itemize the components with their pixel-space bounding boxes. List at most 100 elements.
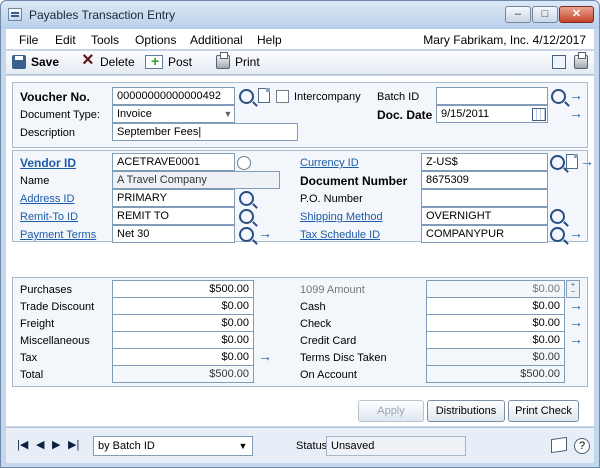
delete-button[interactable]: Delete bbox=[81, 49, 135, 72]
payment-terms-go-arrow-icon[interactable]: → bbox=[257, 226, 273, 242]
vendor-id-field[interactable]: ACETRAVE0001 bbox=[112, 153, 235, 171]
window-icon bbox=[8, 8, 22, 21]
description-label: Description bbox=[20, 127, 76, 139]
delete-label: Delete bbox=[100, 55, 135, 69]
tax-schedule-go-arrow-icon[interactable]: → bbox=[568, 226, 584, 242]
po-number-label: P.O. Number bbox=[300, 193, 363, 205]
header-panel: Voucher No. 00000000000000492 Intercompa… bbox=[12, 82, 588, 148]
amount-1099-spinner-icon[interactable]: + − bbox=[566, 280, 580, 298]
cash-field[interactable]: $0.00 bbox=[426, 297, 565, 315]
amounts-panel: Purchases $500.00 1099 Amount $0.00 + − T… bbox=[12, 277, 588, 387]
name-label: Name bbox=[20, 175, 50, 187]
payment-terms-lookup-icon[interactable] bbox=[239, 227, 254, 242]
doc-type-select[interactable]: Invoice bbox=[112, 105, 235, 123]
miscellaneous-field[interactable]: $0.00 bbox=[112, 331, 254, 349]
menu-help[interactable]: Help bbox=[257, 33, 282, 47]
address-id-field[interactable]: PRIMARY bbox=[112, 189, 235, 207]
calendar-icon[interactable] bbox=[532, 108, 546, 121]
remit-lookup-icon[interactable] bbox=[239, 209, 254, 224]
check-go-arrow-icon[interactable]: → bbox=[568, 315, 584, 331]
address-id-link[interactable]: Address ID bbox=[20, 190, 74, 208]
remit-to-id-link[interactable]: Remit-To ID bbox=[20, 208, 78, 226]
payment-terms-field[interactable]: Net 30 bbox=[112, 225, 235, 243]
tax-go-arrow-icon[interactable]: → bbox=[257, 349, 273, 365]
miscellaneous-label: Miscellaneous bbox=[20, 335, 90, 347]
tax-schedule-lookup-icon[interactable] bbox=[550, 227, 565, 242]
cash-go-arrow-icon[interactable]: → bbox=[568, 298, 584, 314]
menu-additional[interactable]: Additional bbox=[190, 33, 243, 47]
window-title: Payables Transaction Entry bbox=[29, 8, 176, 22]
intercompany-checkbox[interactable] bbox=[276, 90, 289, 103]
next-record-icon[interactable]: ▶ bbox=[52, 438, 60, 451]
currency-document-icon[interactable] bbox=[566, 154, 578, 169]
trade-discount-field[interactable]: $0.00 bbox=[112, 297, 254, 315]
batch-go-arrow-icon[interactable]: → bbox=[568, 88, 584, 104]
vendor-name-field: A Travel Company bbox=[112, 171, 280, 189]
menu-bar: File Edit Tools Options Additional Help … bbox=[6, 29, 594, 50]
shipping-method-field[interactable]: OVERNIGHT bbox=[421, 207, 548, 225]
address-lookup-icon[interactable] bbox=[239, 191, 254, 206]
post-button[interactable]: Post bbox=[145, 53, 192, 69]
maximize-button[interactable]: □ bbox=[532, 6, 558, 23]
post-icon bbox=[145, 53, 163, 69]
doc-type-dropdown-icon[interactable]: ▼ bbox=[221, 107, 235, 121]
po-number-field[interactable] bbox=[421, 189, 548, 207]
currency-lookup-icon[interactable] bbox=[550, 155, 565, 170]
purchases-field[interactable]: $500.00 bbox=[112, 280, 254, 298]
currency-id-link[interactable]: Currency ID bbox=[300, 154, 359, 172]
tax-schedule-id-field[interactable]: COMPANYPUR bbox=[421, 225, 548, 243]
apply-button[interactable]: Apply bbox=[358, 400, 424, 422]
menu-options[interactable]: Options bbox=[135, 33, 176, 47]
printer-icon bbox=[216, 52, 230, 69]
print-button[interactable]: Print bbox=[216, 52, 260, 69]
batch-id-field[interactable] bbox=[436, 87, 548, 105]
vendor-id-link[interactable]: Vendor ID bbox=[20, 154, 76, 172]
vendor-circle-icon[interactable] bbox=[237, 156, 251, 170]
cash-label: Cash bbox=[300, 301, 326, 313]
doc-date-go-arrow-icon[interactable]: → bbox=[568, 106, 584, 122]
credit-card-label: Credit Card bbox=[300, 335, 357, 347]
previous-record-icon[interactable]: ◀ bbox=[36, 438, 44, 451]
tax-label: Tax bbox=[20, 352, 38, 364]
tax-schedule-id-link[interactable]: Tax Schedule ID bbox=[300, 226, 380, 244]
purchases-label: Purchases bbox=[20, 284, 72, 296]
document-number-field[interactable]: 8675309 bbox=[421, 171, 548, 189]
check-label: Check bbox=[300, 318, 332, 330]
menu-tools[interactable]: Tools bbox=[91, 33, 119, 47]
description-field[interactable]: September Fees| bbox=[112, 123, 298, 141]
toolbar-printer-icon[interactable] bbox=[574, 52, 588, 69]
help-icon[interactable]: ? bbox=[574, 438, 590, 454]
voucher-field[interactable]: 00000000000000492 bbox=[112, 87, 235, 105]
intercompany-label: Intercompany bbox=[294, 91, 361, 103]
tax-field[interactable]: $0.00 bbox=[112, 348, 254, 366]
batch-lookup-icon[interactable] bbox=[551, 89, 566, 104]
menu-file[interactable]: File bbox=[19, 33, 38, 47]
currency-id-field[interactable]: Z-US$ bbox=[421, 153, 548, 171]
shipping-lookup-icon[interactable] bbox=[550, 209, 565, 224]
voucher-document-icon[interactable] bbox=[258, 88, 270, 103]
currency-go-arrow-icon[interactable]: → bbox=[579, 154, 595, 170]
shipping-method-link[interactable]: Shipping Method bbox=[300, 208, 383, 226]
credit-card-go-arrow-icon[interactable]: → bbox=[568, 332, 584, 348]
tree-icon[interactable] bbox=[552, 55, 566, 69]
menu-edit[interactable]: Edit bbox=[55, 33, 76, 47]
credit-card-field[interactable]: $0.00 bbox=[426, 331, 565, 349]
save-button[interactable]: Save bbox=[12, 55, 59, 69]
close-button[interactable]: ✕ bbox=[559, 6, 594, 23]
remit-to-id-field[interactable]: REMIT TO bbox=[112, 207, 235, 225]
note-icon[interactable] bbox=[551, 436, 567, 454]
doc-type-label: Document Type: bbox=[20, 109, 100, 121]
print-check-button[interactable]: Print Check bbox=[508, 400, 579, 422]
check-field[interactable]: $0.00 bbox=[426, 314, 565, 332]
last-record-icon[interactable]: ▶| bbox=[68, 438, 79, 451]
voucher-lookup-icon[interactable] bbox=[239, 89, 254, 104]
minimize-button[interactable]: – bbox=[505, 6, 531, 23]
distributions-button[interactable]: Distributions bbox=[427, 400, 505, 422]
first-record-icon[interactable]: |◀ bbox=[17, 438, 28, 451]
sort-order-select[interactable]: by Batch ID ▼ bbox=[93, 436, 253, 456]
freight-field[interactable]: $0.00 bbox=[112, 314, 254, 332]
sort-order-dropdown-icon[interactable]: ▼ bbox=[236, 437, 250, 455]
document-number-label: Document Number bbox=[300, 174, 408, 188]
status-label: Status bbox=[296, 440, 328, 452]
payment-terms-link[interactable]: Payment Terms bbox=[20, 226, 96, 244]
